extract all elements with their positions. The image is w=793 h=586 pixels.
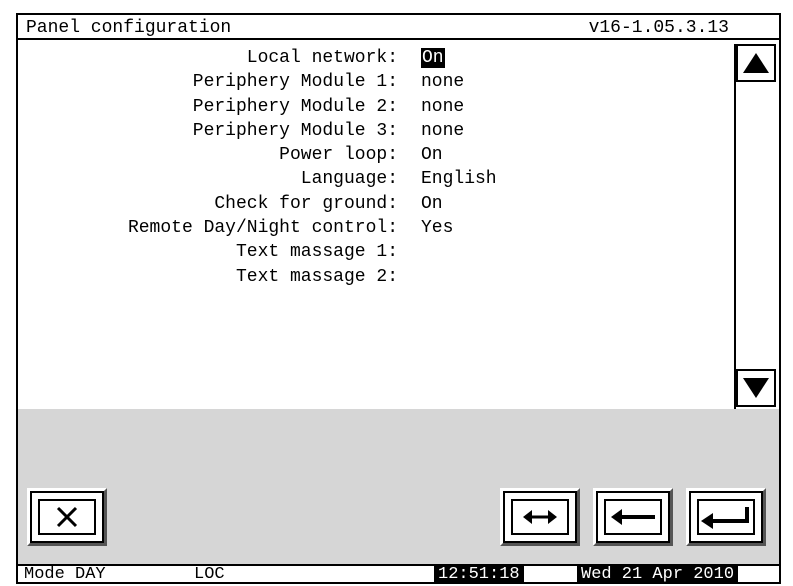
switch-button[interactable] — [500, 488, 580, 546]
setting-label: Text massage 1: — [235, 242, 398, 263]
setting-label: Periphery Module 1: — [192, 72, 398, 93]
setting-value[interactable]: English — [421, 167, 497, 191]
clock-date: Wed 21 Apr 2010 — [577, 566, 739, 584]
setting-row-power-loop[interactable]: Power loop: On — [18, 143, 718, 167]
setting-row-local-network[interactable]: Local network: On — [18, 46, 718, 70]
setting-row-text-message-2[interactable]: Text massage 2: — [18, 265, 718, 289]
screen: Panel configuration v16-1.05.3.13 Local … — [0, 0, 793, 586]
setting-label: Language: — [300, 169, 398, 190]
setting-row-periphery-2[interactable]: Periphery Module 2: none — [18, 95, 718, 119]
title-bar: Panel configuration v16-1.05.3.13 — [18, 15, 779, 40]
setting-row-periphery-3[interactable]: Periphery Module 3: none — [18, 119, 718, 143]
setting-row-periphery-1[interactable]: Periphery Module 1: none — [18, 70, 718, 94]
close-icon — [56, 506, 78, 528]
setting-label: Power loop: — [279, 145, 398, 166]
cancel-button-face — [38, 499, 96, 535]
setting-value-selected[interactable]: On — [421, 48, 445, 68]
scroll-down-button[interactable] — [736, 369, 776, 407]
triangle-up-icon — [743, 53, 769, 73]
switch-button-face — [511, 499, 569, 535]
version-label: v16-1.05.3.13 — [588, 18, 729, 38]
settings-list: Local network: On Periphery Module 1: no… — [18, 46, 718, 289]
setting-value[interactable]: none — [421, 95, 464, 119]
setting-value[interactable]: On — [421, 143, 443, 167]
page-title: Panel configuration — [26, 18, 232, 38]
setting-value[interactable]: Yes — [421, 216, 453, 240]
triangle-down-icon — [743, 378, 769, 398]
settings-panel: Local network: On Periphery Module 1: no… — [18, 40, 779, 409]
setting-label: Text massage 2: — [235, 266, 398, 287]
setting-label: Local network: — [246, 48, 398, 68]
scroll-up-button[interactable] — [736, 44, 776, 82]
network-status: LOC — [194, 565, 225, 584]
setting-value[interactable]: none — [421, 70, 464, 94]
clock-time: 12:51:18 — [434, 566, 524, 584]
setting-label: Periphery Module 2: — [192, 96, 398, 117]
mode-status: Mode DAY — [24, 565, 106, 584]
enter-button-face — [697, 499, 755, 535]
left-arrow-icon — [611, 509, 655, 525]
back-button-face — [604, 499, 662, 535]
setting-row-remote-day-night[interactable]: Remote Day/Night control: Yes — [18, 216, 718, 240]
left-right-arrow-icon — [523, 510, 557, 524]
setting-value[interactable]: none — [421, 119, 464, 143]
enter-return-icon — [701, 507, 749, 529]
setting-value[interactable]: On — [421, 192, 443, 216]
status-bar: Mode DAY LOC 12:51:18 Wed 21 Apr 2010 — [18, 564, 779, 584]
enter-button[interactable] — [686, 488, 766, 546]
back-button[interactable] — [593, 488, 673, 546]
setting-row-text-message-1[interactable]: Text massage 1: — [18, 240, 718, 264]
setting-row-language[interactable]: Language: English — [18, 167, 718, 191]
cancel-button[interactable] — [27, 488, 107, 546]
setting-label: Periphery Module 3: — [192, 120, 398, 141]
setting-label: Remote Day/Night control: — [127, 218, 398, 239]
scrollbar-track[interactable] — [734, 44, 736, 409]
setting-label: Check for ground: — [214, 193, 398, 214]
setting-row-check-ground[interactable]: Check for ground: On — [18, 192, 718, 216]
